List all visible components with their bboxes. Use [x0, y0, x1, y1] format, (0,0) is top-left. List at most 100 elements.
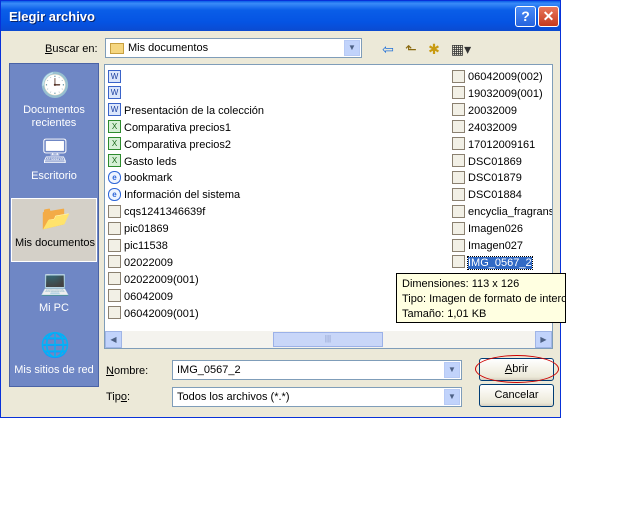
folder-icon: [110, 42, 124, 54]
scroll-left-icon[interactable]: ◀: [105, 331, 122, 348]
new-folder-icon[interactable]: ✱: [425, 40, 443, 58]
file-item[interactable]: e Información del sistema: [108, 187, 240, 203]
filename-input[interactable]: IMG_0567_2 ▼: [172, 360, 462, 380]
img-file-icon: [108, 238, 121, 252]
file-name: cqs1241346639f: [124, 206, 206, 219]
img-file-icon: [452, 86, 465, 100]
file-item[interactable]: DSC01869: [452, 154, 522, 170]
tooltip-dimensions: Dimensiones: 113 x 126: [402, 278, 520, 290]
place-label: Documentos recientes: [23, 104, 85, 129]
chevron-down-icon[interactable]: ▼: [444, 362, 460, 378]
file-name: Imagen026: [468, 223, 524, 236]
img-file-icon: [108, 272, 121, 286]
file-name: bookmark: [124, 172, 173, 185]
file-item[interactable]: W Presentación de la colección: [108, 103, 264, 119]
file-name: IMG_0567_2: [467, 255, 533, 270]
file-item[interactable]: 06042009(002): [452, 69, 543, 85]
img-file-icon: [452, 154, 465, 168]
filetype-dropdown[interactable]: Todos los archivos (*.*) ▼: [172, 387, 462, 407]
file-name: Comparativa precios1: [124, 121, 231, 134]
img-file-icon: [108, 221, 121, 235]
file-name: DSC01869: [468, 155, 522, 168]
chevron-down-icon[interactable]: ▼: [444, 389, 460, 405]
file-item[interactable]: 06042009: [108, 289, 173, 305]
ie-file-icon: e: [108, 170, 121, 184]
file-item[interactable]: IMG_0567_2: [452, 255, 533, 271]
file-name: 06042009(001): [124, 307, 199, 320]
img-file-icon: [108, 289, 121, 303]
file-item[interactable]: Imagen027: [452, 238, 523, 254]
file-name: 24032009: [468, 121, 517, 134]
file-item[interactable]: pic11538: [108, 238, 168, 254]
excel-file-icon: X: [108, 137, 121, 151]
place-network[interactable]: 🌐 Mis sitios de red: [11, 326, 97, 390]
file-item[interactable]: 19032009(001): [452, 86, 543, 102]
file-item[interactable]: W: [108, 86, 124, 102]
img-file-icon: [452, 187, 465, 201]
file-name: 17012009161: [468, 138, 536, 151]
filetype-value: Todos los archivos (*.*): [177, 391, 290, 403]
view-menu-icon[interactable]: ▦▾: [448, 40, 474, 58]
file-item[interactable]: X Comparativa precios2: [108, 137, 231, 153]
file-item[interactable]: DSC01879: [452, 170, 522, 186]
place-label: Mis documentos: [14, 237, 96, 249]
file-item[interactable]: e bookmark: [108, 170, 172, 186]
file-item[interactable]: pic01869: [108, 221, 169, 237]
filename-value[interactable]: IMG_0567_2: [177, 364, 241, 376]
lookin-dropdown[interactable]: Mis documentos ▼: [105, 38, 362, 58]
excel-file-icon: X: [108, 154, 121, 168]
scroll-right-icon[interactable]: ▶: [535, 331, 552, 348]
file-item[interactable]: 06042009(001): [108, 306, 199, 322]
file-item[interactable]: 17012009161: [452, 137, 535, 153]
close-button[interactable]: ✕: [538, 6, 559, 27]
img-file-icon: [452, 170, 465, 184]
chevron-down-icon[interactable]: ▼: [344, 40, 360, 56]
tooltip-type: Tipo: Imagen de formato de intercambio: [402, 293, 565, 305]
scroll-thumb[interactable]: |||: [273, 332, 383, 347]
file-name: Comparativa precios2: [124, 138, 231, 151]
file-item[interactable]: X Comparativa precios1: [108, 120, 231, 136]
file-item[interactable]: Imagen026: [452, 221, 523, 237]
network-places-icon: 🌐: [40, 332, 70, 359]
cancel-button[interactable]: Cancelar: [479, 384, 554, 407]
horizontal-scrollbar[interactable]: ◀ ||| ▶: [105, 331, 552, 348]
img-file-icon: [452, 137, 465, 151]
place-recent-documents[interactable]: 🕒 Documentos recientes: [11, 66, 97, 130]
place-desktop[interactable]: 🖥 Escritorio: [11, 132, 97, 196]
file-name: pic11538: [124, 240, 168, 252]
file-item[interactable]: 02022009(001): [108, 272, 199, 288]
file-name: DSC01884: [468, 189, 522, 202]
file-name: 02022009: [124, 256, 173, 269]
tooltip-size: Tamaño: 1,01 KB: [402, 308, 487, 320]
img-file-icon: [108, 204, 121, 218]
img-file-icon: [108, 306, 121, 320]
place-my-documents[interactable]: 📂 Mis documentos: [11, 198, 97, 262]
file-item[interactable]: 24032009: [452, 120, 517, 136]
excel-file-icon: X: [108, 120, 121, 134]
place-my-computer[interactable]: 💻 Mi PC: [11, 264, 97, 328]
file-info-tooltip: Dimensiones: 113 x 126 Tipo: Imagen de f…: [396, 273, 566, 323]
img-file-icon: [452, 103, 465, 117]
back-icon[interactable]: ⇦: [379, 40, 397, 58]
file-item[interactable]: 20032009: [452, 103, 517, 119]
file-item[interactable]: W: [108, 69, 124, 85]
img-file-icon: [452, 204, 465, 218]
file-name: 19032009(001): [468, 87, 543, 100]
file-item[interactable]: cqs1241346639f: [108, 204, 205, 220]
file-item[interactable]: encyclia_fragrans: [452, 204, 553, 220]
word-file-icon: W: [108, 103, 121, 117]
recent-documents-icon: 🕒: [40, 72, 70, 99]
img-file-icon: [452, 238, 465, 252]
up-folder-icon[interactable]: ⬑: [402, 40, 420, 58]
file-name: encyclia_fragrans: [468, 206, 553, 219]
window-title: Elegir archivo: [9, 9, 95, 24]
img-file-icon: [108, 255, 121, 269]
filetype-label: Tipo:: [106, 391, 131, 403]
title-bar[interactable]: Elegir archivo ? ✕: [1, 1, 560, 31]
file-item[interactable]: 02022009: [108, 255, 173, 271]
file-item[interactable]: X Gasto leds: [108, 154, 177, 170]
place-label: Mi PC: [39, 302, 69, 314]
file-item[interactable]: DSC01884: [452, 187, 522, 203]
help-button[interactable]: ?: [515, 6, 536, 27]
word-file-icon: W: [108, 86, 121, 100]
